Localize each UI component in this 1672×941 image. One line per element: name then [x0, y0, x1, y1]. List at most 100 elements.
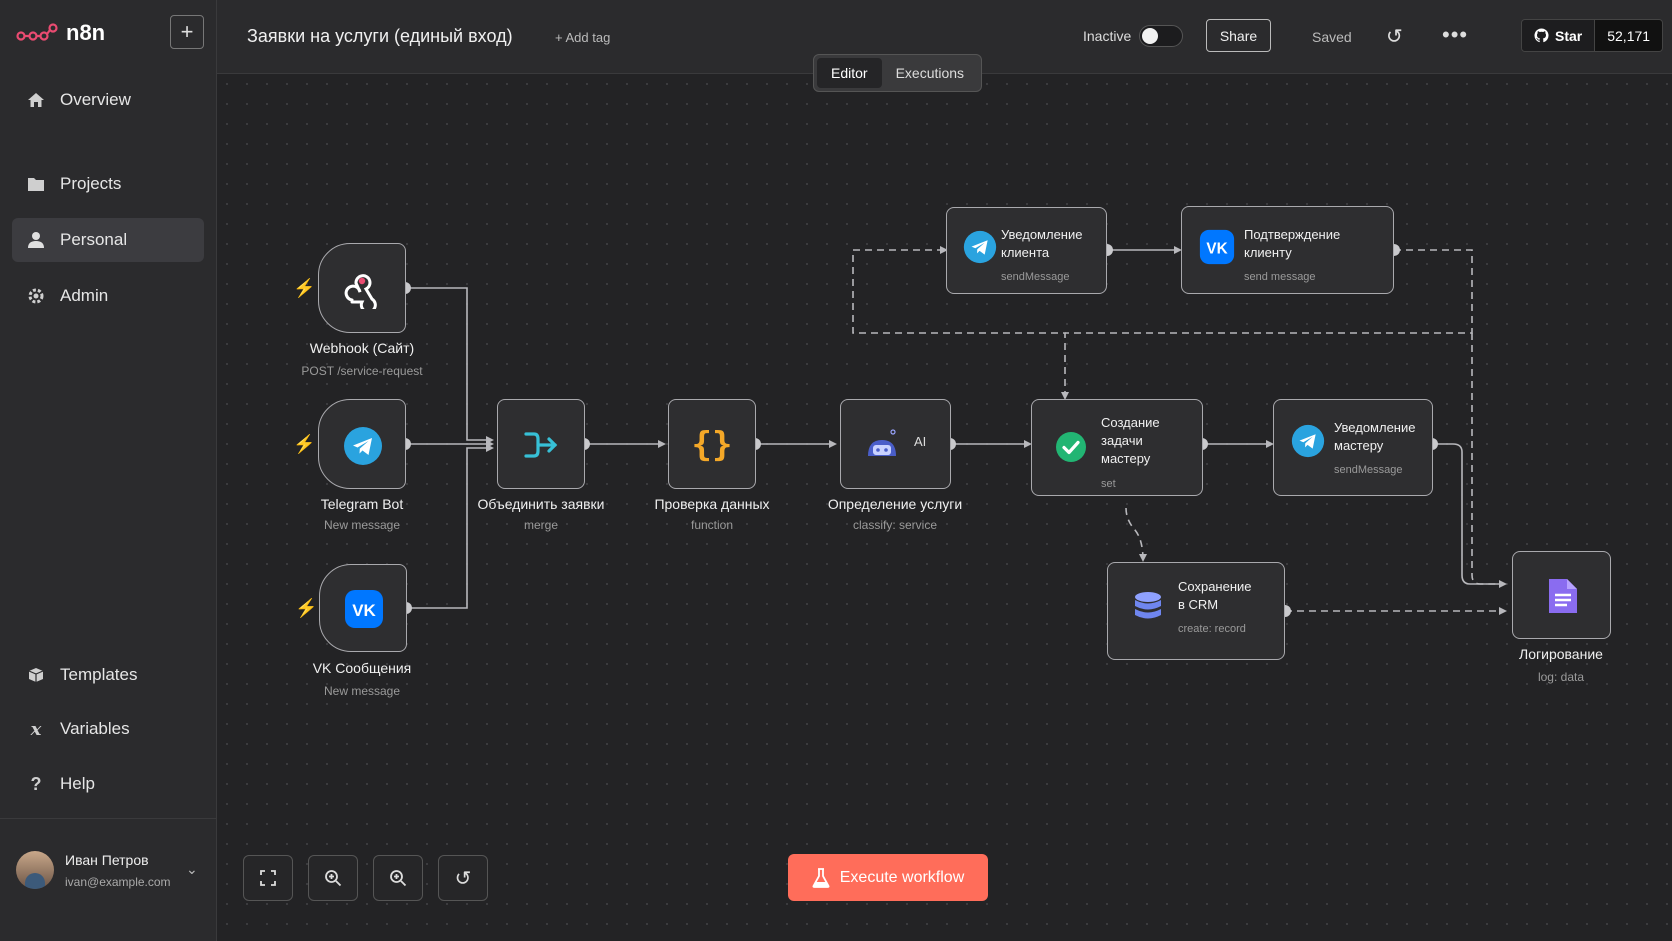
n8n-logo-icon — [16, 23, 58, 41]
node-title: Проверка данных — [654, 496, 770, 512]
zoom-icon — [390, 870, 407, 887]
fit-view-button[interactable] — [243, 855, 293, 901]
avatar — [16, 851, 54, 889]
node-title: Создание задачи мастеру — [1101, 415, 1160, 466]
fullscreen-icon — [260, 870, 276, 886]
sidebar-item-personal[interactable]: Personal — [12, 218, 204, 262]
sidebar-item-label: Variables — [60, 719, 130, 738]
view-tabs: Editor Executions — [813, 54, 983, 92]
github-icon — [1534, 28, 1549, 43]
telegram-icon — [343, 426, 383, 466]
node-title: Определение услуги — [827, 496, 963, 512]
add-tag-button[interactable]: + Add tag — [555, 30, 610, 45]
saved-status: Saved — [1312, 29, 1352, 45]
telegram-icon — [1290, 423, 1326, 459]
add-button[interactable]: + — [170, 15, 204, 49]
node-title: Webhook (Сайт) — [309, 340, 415, 356]
sidebar-item-admin[interactable]: Admin — [12, 274, 204, 318]
node-create-task[interactable]: Создание задачи мастеру set — [1031, 399, 1203, 496]
node-subtitle: create: record — [1178, 623, 1246, 635]
sidebar-item-label: Help — [60, 774, 95, 793]
node-subtitle: New message — [323, 518, 401, 532]
execute-workflow-button[interactable]: Execute workflow — [788, 854, 988, 901]
sidebar-item-templates[interactable]: Templates — [12, 653, 204, 697]
zoom-in-icon — [325, 870, 342, 887]
document-icon — [1543, 576, 1583, 616]
n8n-logo[interactable]: n8n — [16, 20, 105, 46]
vk-icon: VK — [344, 589, 384, 629]
node-merge[interactable] — [497, 399, 585, 489]
node-confirm-client[interactable]: VK Подтверждение клиенту send message — [1181, 206, 1394, 294]
chevron-down-icon[interactable]: ⌄ — [186, 861, 198, 878]
node-subtitle: classify: service — [852, 518, 938, 532]
help-icon: ? — [30, 773, 42, 794]
node-subtitle: send message — [1244, 271, 1316, 283]
user-name: Иван Петров — [65, 852, 149, 868]
sidebar-item-label: Templates — [60, 665, 138, 684]
node-title: Уведомление мастеру — [1334, 420, 1416, 453]
zoom-in-button[interactable] — [308, 855, 358, 901]
reset-zoom-button[interactable]: ↺ — [438, 855, 488, 901]
sidebar-item-projects[interactable]: Projects — [12, 162, 204, 206]
node-check-data[interactable]: {} — [668, 399, 756, 489]
sidebar-item-help[interactable]: ? Help — [12, 762, 204, 806]
active-toggle[interactable] — [1139, 25, 1183, 47]
webhook-icon — [341, 268, 383, 310]
github-star-button[interactable]: Star — [1522, 20, 1595, 51]
workflow-title[interactable]: Заявки на услуги (единый вход) — [247, 26, 513, 47]
node-subtitle: New message — [323, 684, 401, 698]
history-icon[interactable]: ↺ — [1386, 24, 1403, 49]
node-subtitle: sendMessage — [1334, 464, 1403, 476]
share-button[interactable]: Share — [1206, 19, 1271, 52]
tab-executions[interactable]: Executions — [882, 58, 978, 88]
flask-icon — [812, 867, 830, 888]
svg-text:VK: VK — [352, 601, 376, 620]
vk-icon: VK — [1198, 228, 1236, 266]
trigger-bolt-icon: ⚡ — [295, 598, 318, 618]
svg-text:VK: VK — [1206, 240, 1227, 257]
zoom-out-button[interactable] — [373, 855, 423, 901]
node-title: Объединить заявки — [477, 496, 605, 512]
active-status-label: Inactive — [1083, 28, 1132, 44]
user-menu[interactable]: Иван Петров ivan@example.com ⌄ — [0, 818, 216, 941]
node-telegram-bot[interactable] — [318, 399, 406, 489]
node-webhook[interactable] — [318, 243, 406, 333]
node-title: Сохранение в CRM — [1178, 579, 1252, 612]
sidebar-item-label: Projects — [60, 174, 122, 193]
sidebar-item-overview[interactable]: Overview — [12, 78, 204, 122]
node-title: Уведомление клиента — [1001, 227, 1083, 260]
node-subtitle: log: data — [1537, 670, 1585, 684]
database-icon — [1130, 589, 1166, 627]
node-notify-client[interactable]: Уведомление клиента sendMessage — [946, 207, 1107, 294]
trigger-bolt-icon: ⚡ — [293, 278, 316, 298]
merge-icon — [520, 424, 562, 466]
node-save-crm[interactable]: Сохранение в CRM create: record — [1107, 562, 1285, 660]
node-subtitle: set — [1101, 478, 1116, 490]
more-options-icon[interactable]: ••• — [1442, 22, 1468, 48]
telegram-icon — [962, 229, 998, 265]
execute-label: Execute workflow — [839, 868, 965, 886]
tab-editor[interactable]: Editor — [817, 58, 882, 88]
box-icon — [26, 665, 46, 685]
folder-icon — [26, 174, 46, 194]
node-title: VK Сообщения — [312, 660, 412, 676]
ai-badge: AI — [914, 434, 927, 449]
star-label: Star — [1555, 27, 1583, 44]
node-subtitle: merge — [523, 518, 558, 532]
user-icon — [26, 230, 46, 250]
node-title: Telegram Bot — [320, 496, 404, 512]
node-notify-master[interactable]: Уведомление мастеру sendMessage — [1273, 399, 1433, 496]
node-vk-messages[interactable]: VK — [319, 564, 407, 652]
sidebar-item-variables[interactable]: x Variables — [12, 707, 204, 751]
sidebar-item-label: Overview — [60, 90, 131, 109]
user-email: ivan@example.com — [65, 875, 171, 889]
node-title: Логирование — [1519, 646, 1603, 662]
sidebar-item-label: Personal — [60, 230, 128, 249]
node-logging[interactable] — [1512, 551, 1611, 639]
n8n-app: n8n + Overview Projects Personal Admin T… — [0, 0, 1672, 941]
github-star-widget[interactable]: Star 52,171 — [1521, 19, 1664, 52]
node-subtitle: sendMessage — [1001, 271, 1070, 283]
node-classify-service[interactable]: AI — [840, 399, 951, 489]
node-title: Подтверждение клиенту — [1244, 227, 1341, 260]
node-subtitle: function — [690, 518, 734, 532]
